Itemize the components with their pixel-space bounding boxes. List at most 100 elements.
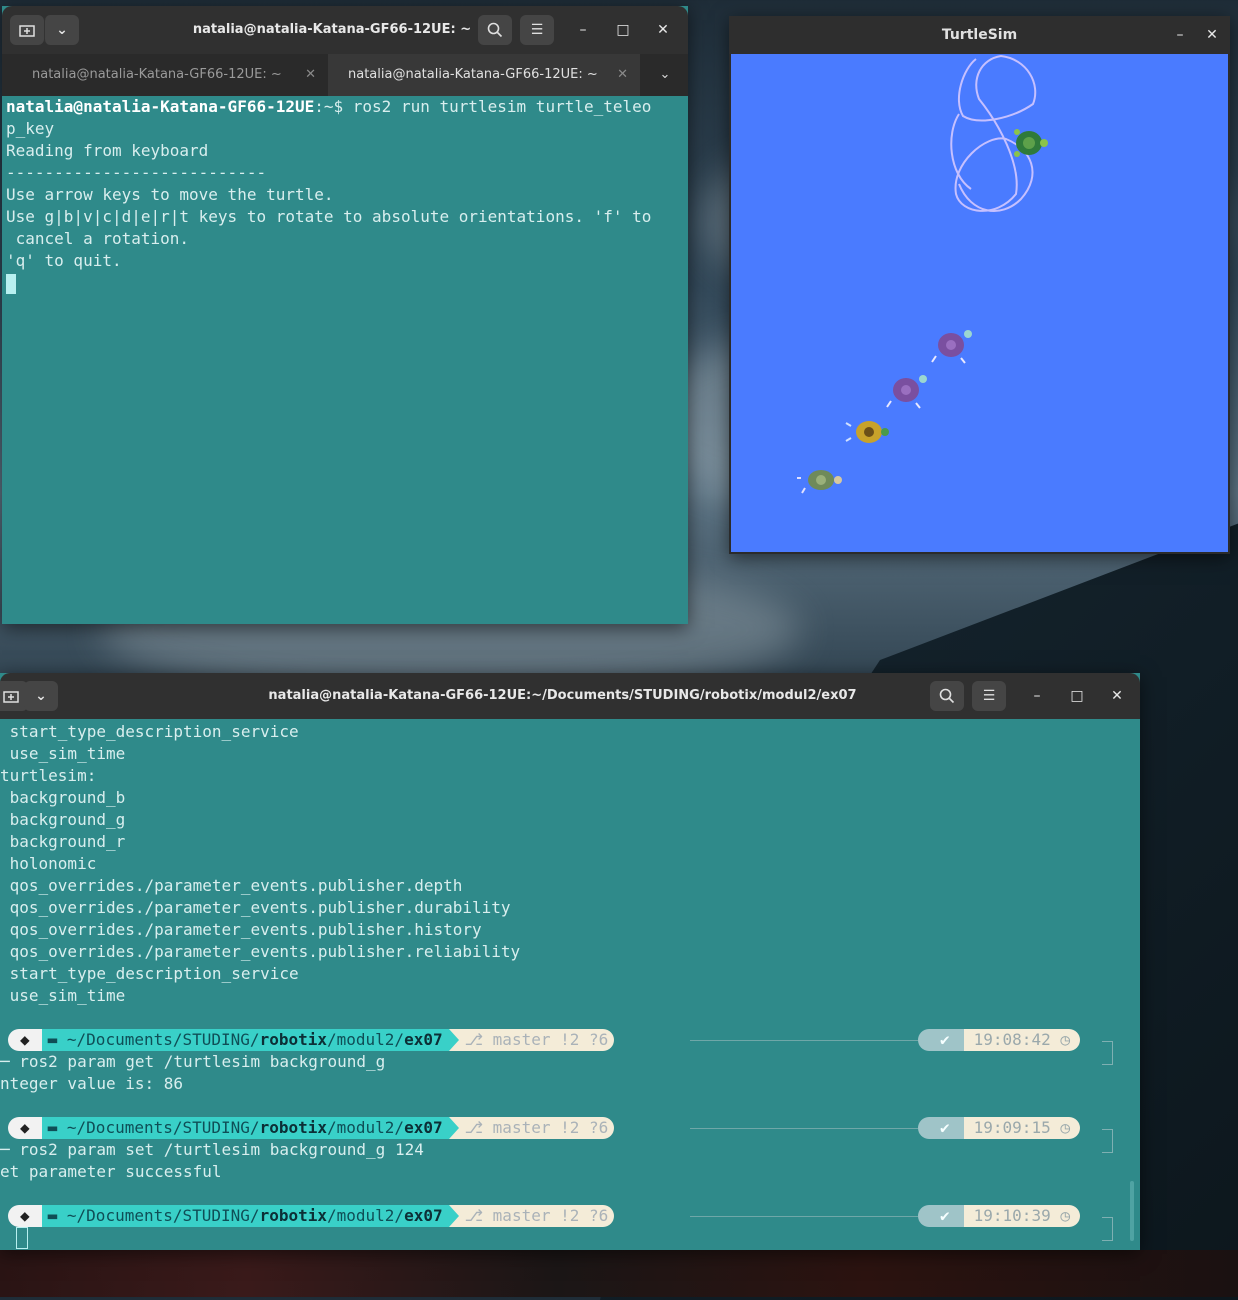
- clock-icon: ◷: [1060, 1206, 1070, 1225]
- maximize-button[interactable]: □: [608, 6, 638, 54]
- terminal-window-ex07[interactable]: ⌄ natalia@natalia-Katana-GF66-12UE:~/Doc…: [0, 673, 1140, 1250]
- tab-menu-button[interactable]: ⌄: [44, 15, 79, 45]
- output-line: background_g: [0, 810, 126, 829]
- output-line: nteger value is: 86: [0, 1074, 184, 1093]
- output-line: turtlesim:: [0, 766, 97, 785]
- maximize-button[interactable]: □: [1062, 673, 1092, 719]
- minimize-button[interactable]: –: [1022, 673, 1052, 719]
- close-button[interactable]: ✕: [1197, 16, 1227, 54]
- git-status: ⎇ master !2 ?6: [458, 1205, 615, 1227]
- output-line: qos_overrides./parameter_events.publishe…: [0, 920, 482, 939]
- terminal-titlebar[interactable]: ⌄ natalia@natalia-Katana-GF66-12UE: ~ ☰ …: [2, 6, 688, 54]
- tab-bar: natalia@natalia-Katana-GF66-12UE: ~ ✕ na…: [2, 54, 688, 96]
- window-title: natalia@natalia-Katana-GF66-12UE:~/Docum…: [268, 688, 857, 703]
- output-line: Use g|b|v|c|d|e|r|t keys to rotate to ab…: [6, 207, 652, 226]
- output-line: 'q' to quit.: [6, 251, 122, 270]
- linux-icon: ◆: [8, 1029, 42, 1051]
- output-line: ---------------------------: [6, 163, 267, 182]
- new-tab-button[interactable]: [10, 15, 44, 45]
- turtle-sprite: [797, 464, 843, 496]
- output-line: Use arrow keys to move the turtle.: [6, 185, 334, 204]
- tab-menu-button[interactable]: ⌄: [24, 681, 58, 711]
- powerline-prompt: ◆ ▬ ~/Documents/STUDING/robotix/modul2/e…: [8, 1205, 615, 1227]
- output-line: holonomic: [0, 854, 97, 873]
- hamburger-icon: ☰: [530, 22, 544, 38]
- search-icon: [487, 22, 503, 38]
- success-check-icon: ✔: [918, 1205, 964, 1227]
- minimize-button[interactable]: –: [1165, 16, 1195, 54]
- success-check-icon: ✔: [918, 1117, 964, 1139]
- window-title: TurtleSim: [729, 16, 1230, 54]
- tab-close-icon[interactable]: ✕: [305, 54, 316, 96]
- powerline-prompt: ◆ ▬ ~/Documents/STUDING/robotix/modul2/e…: [8, 1117, 615, 1139]
- folder-icon: ▬: [47, 1118, 67, 1137]
- tab-list-button[interactable]: ⌄: [642, 54, 688, 96]
- tab-close-icon[interactable]: ✕: [617, 54, 628, 96]
- prompt-time: 19:10:39 ◷: [963, 1205, 1080, 1227]
- prompt-command: :~$ ros2 run turtlesim turtle_teleo: [314, 97, 652, 116]
- minimize-button[interactable]: –: [568, 6, 598, 54]
- output-line: et parameter successful: [0, 1162, 222, 1181]
- output-line: start_type_description_service: [0, 964, 299, 983]
- turtlesim-window[interactable]: TurtleSim – ✕: [729, 16, 1230, 554]
- prompt-user: natalia@natalia-Katana-GF66-12UE: [6, 97, 315, 116]
- turtle-sprite: [845, 416, 889, 448]
- prompt-path: ▬ ~/Documents/STUDING/robotix/modul2/ex0…: [41, 1205, 449, 1227]
- output-line: cancel a rotation.: [6, 229, 190, 248]
- terminal-titlebar[interactable]: ⌄ natalia@natalia-Katana-GF66-12UE:~/Doc…: [0, 673, 1140, 719]
- command-line: ─ ros2 param get /turtlesim background_g: [0, 1052, 386, 1071]
- search-icon: [939, 688, 955, 704]
- linux-icon: ◆: [8, 1117, 42, 1139]
- command-line: ─ ros2 param set /turtlesim background_g…: [0, 1140, 424, 1159]
- terminal-window-teleop[interactable]: ⌄ natalia@natalia-Katana-GF66-12UE: ~ ☰ …: [2, 6, 688, 624]
- prompt-status: ✔ 19:09:15 ◷: [918, 1117, 1080, 1139]
- close-button[interactable]: ✕: [1102, 673, 1132, 719]
- terminal-output[interactable]: natalia@natalia-Katana-GF66-12UE:~$ ros2…: [2, 96, 688, 624]
- git-branch-icon: ⎇: [464, 1118, 493, 1137]
- prompt-path: ▬ ~/Documents/STUDING/robotix/modul2/ex0…: [41, 1117, 449, 1139]
- terminal-output[interactable]: start_type_description_service use_sim_t…: [0, 721, 1140, 1250]
- turtle-sprite: [1009, 124, 1049, 162]
- text-cursor: [6, 274, 16, 294]
- git-branch-icon: ⎇: [464, 1206, 493, 1225]
- output-line: start_type_description_service: [0, 722, 299, 741]
- chevron-down-icon: ⌄: [659, 67, 671, 82]
- tab-1[interactable]: natalia@natalia-Katana-GF66-12UE: ~ ✕: [2, 54, 328, 96]
- chevron-down-icon: ⌄: [35, 688, 47, 704]
- clock-icon: ◷: [1060, 1030, 1070, 1049]
- new-tab-icon: [19, 25, 35, 37]
- git-status: ⎇ master !2 ?6: [458, 1029, 615, 1051]
- git-status: ⎇ master !2 ?6: [458, 1117, 615, 1139]
- search-button[interactable]: [478, 15, 512, 45]
- new-tab-icon: [3, 691, 19, 703]
- success-check-icon: ✔: [918, 1029, 964, 1051]
- chevron-down-icon: ⌄: [56, 22, 68, 38]
- powerline-prompt: ◆ ▬ ~/Documents/STUDING/robotix/modul2/e…: [8, 1029, 615, 1051]
- hamburger-menu-button[interactable]: ☰: [972, 681, 1006, 711]
- scrollbar[interactable]: [1130, 1181, 1134, 1241]
- output-line: Reading from keyboard: [6, 141, 209, 160]
- close-button[interactable]: ✕: [648, 6, 678, 54]
- output-line: qos_overrides./parameter_events.publishe…: [0, 898, 511, 917]
- prompt-time: 19:08:42 ◷: [963, 1029, 1080, 1051]
- output-line: background_b: [0, 788, 126, 807]
- prompt-time: 19:09:15 ◷: [963, 1117, 1080, 1139]
- git-branch-icon: ⎇: [464, 1030, 493, 1049]
- hamburger-menu-button[interactable]: ☰: [520, 15, 554, 45]
- output-line: p_key: [6, 119, 55, 138]
- search-button[interactable]: [930, 681, 964, 711]
- output-line: use_sim_time: [0, 986, 126, 1005]
- linux-icon: ◆: [8, 1205, 42, 1227]
- turtle-sprite: [931, 324, 975, 364]
- prompt-status: ✔ 19:08:42 ◷: [918, 1029, 1080, 1051]
- clock-icon: ◷: [1060, 1118, 1070, 1137]
- tab-2[interactable]: natalia@natalia-Katana-GF66-12UE: ~ ✕: [328, 54, 640, 96]
- output-line: qos_overrides./parameter_events.publishe…: [0, 876, 463, 895]
- prompt-path: ▬ ~/Documents/STUDING/robotix/modul2/ex0…: [41, 1029, 449, 1051]
- output-line: use_sim_time: [0, 744, 126, 763]
- turtlesim-canvas[interactable]: [731, 54, 1228, 552]
- prompt-status: ✔ 19:10:39 ◷: [918, 1205, 1080, 1227]
- hamburger-icon: ☰: [982, 688, 996, 704]
- turtle-trail-loop-lower: [950, 113, 972, 190]
- turtle-sprite: [886, 369, 930, 409]
